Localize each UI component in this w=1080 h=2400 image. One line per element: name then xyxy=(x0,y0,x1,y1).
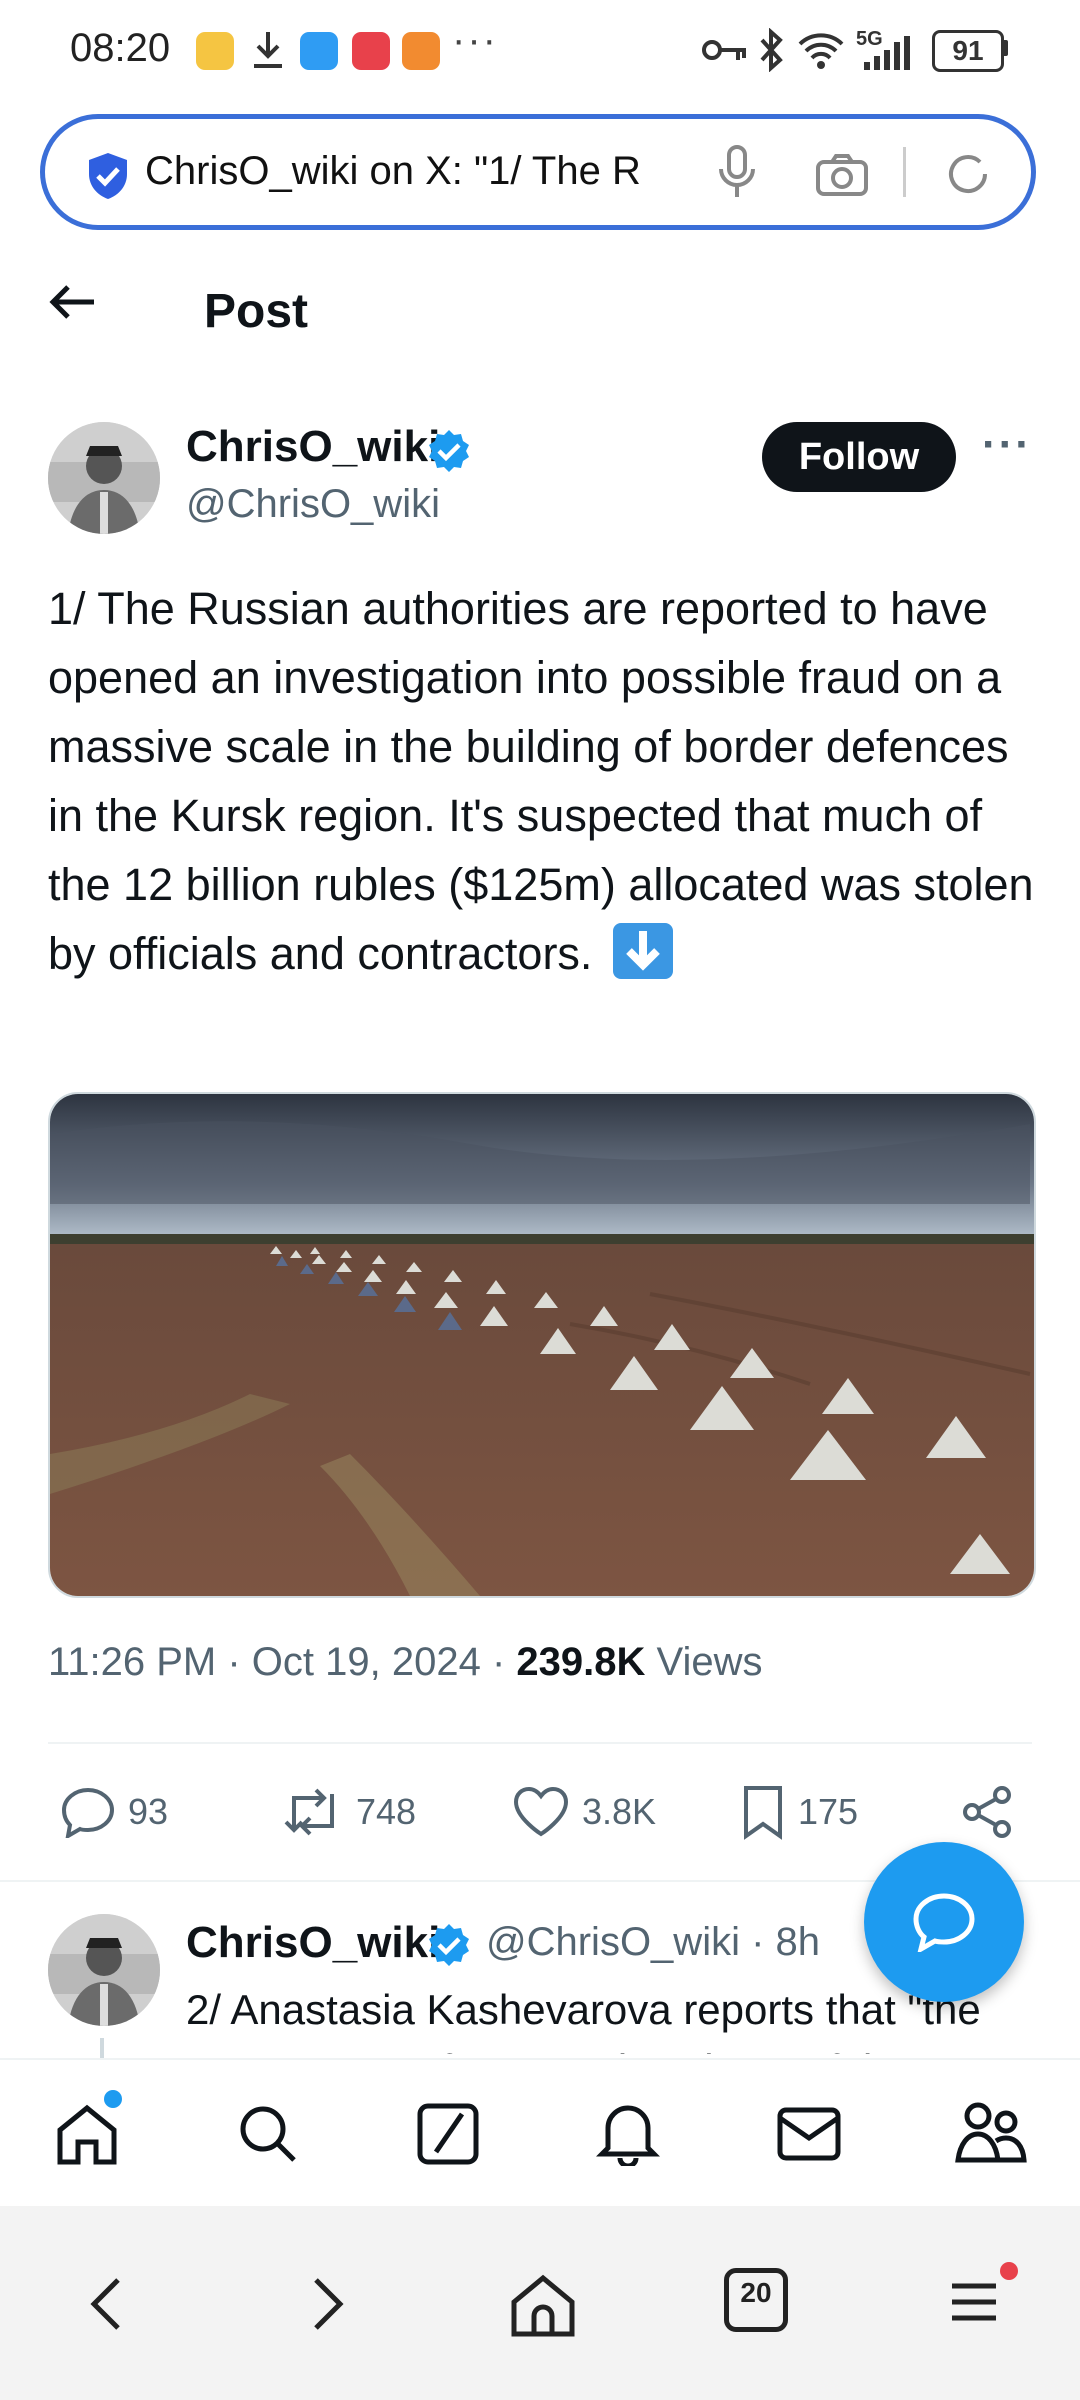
url-text[interactable]: ChrisO_wiki on X: "1/ The R xyxy=(145,149,715,194)
compose-reply-button[interactable] xyxy=(864,1842,1024,2002)
bottom-nav xyxy=(0,2058,1080,2208)
battery-icon: 91 xyxy=(932,30,1004,72)
thread-line xyxy=(100,2038,104,2058)
weibo-icon xyxy=(196,32,234,70)
status-time: 08:20 xyxy=(70,26,171,70)
like-count: 3.8K xyxy=(582,1791,657,1832)
post-text-content: 1/ The Russian authorities are reported … xyxy=(48,583,1034,979)
video-app-icon xyxy=(402,32,440,70)
bluetooth-icon xyxy=(758,27,786,77)
heart-icon xyxy=(513,1786,569,1837)
page-title: Post xyxy=(204,285,309,338)
chat-bubble-icon xyxy=(913,1893,975,1952)
back-button[interactable] xyxy=(48,282,98,327)
url-bar[interactable]: ChrisO_wiki on X: "1/ The R xyxy=(40,114,1036,230)
url-divider xyxy=(903,147,906,197)
search-icon[interactable] xyxy=(236,2102,300,2171)
key-icon xyxy=(702,34,748,71)
post-image[interactable] xyxy=(48,1092,1036,1598)
more-notifications-icon: ··· xyxy=(452,18,498,62)
reply-author-name[interactable]: ChrisO_wiki xyxy=(186,1918,440,1968)
repost-count: 748 xyxy=(356,1791,417,1832)
battery-tip xyxy=(1002,40,1008,56)
post-timestamp[interactable]: 11:26 PM · Oct 19, 2024 · xyxy=(48,1640,516,1684)
reply-count: 93 xyxy=(128,1791,169,1832)
views-count: 239.8K xyxy=(516,1640,646,1684)
browser-home-icon[interactable] xyxy=(508,2272,578,2343)
browser-nav-bar: 20 xyxy=(0,2206,1080,2400)
notifications-icon[interactable] xyxy=(595,2100,661,2171)
post-text: 1/ The Russian authorities are reported … xyxy=(48,574,1038,988)
grok-icon[interactable] xyxy=(416,2102,480,2171)
weather-app-icon xyxy=(300,32,338,70)
verified-badge-icon xyxy=(426,428,472,479)
author-handle[interactable]: @ChrisO_wiki xyxy=(186,482,440,527)
camera-icon[interactable] xyxy=(815,153,869,202)
tabs-button[interactable]: 20 xyxy=(724,2268,788,2332)
repost-icon xyxy=(284,1788,334,1836)
browser-forward-icon[interactable] xyxy=(308,2274,348,2339)
follow-button[interactable]: Follow xyxy=(762,422,956,492)
more-options-icon[interactable]: ··· xyxy=(982,420,1032,470)
bookmark-icon xyxy=(744,1786,782,1840)
author-name[interactable]: ChrisO_wiki xyxy=(186,422,440,472)
share-icon xyxy=(963,1786,1011,1838)
like-button[interactable]: 3.8K xyxy=(512,1782,656,1842)
browser-back-icon[interactable] xyxy=(86,2274,126,2339)
download-icon xyxy=(250,30,286,75)
views-label: Views xyxy=(656,1640,763,1684)
reply-author-handle[interactable]: @ChrisO_wiki · 8h xyxy=(486,1920,820,1965)
menu-notification-dot xyxy=(1000,2262,1018,2280)
divider xyxy=(48,1742,1032,1744)
verified-shield-icon xyxy=(85,151,131,206)
signal-icon xyxy=(862,36,910,77)
bookmark-count: 175 xyxy=(798,1791,859,1832)
down-arrow-emoji-icon xyxy=(612,923,673,979)
reply-button[interactable]: 93 xyxy=(60,1782,168,1842)
post-meta: 11:26 PM · Oct 19, 2024 · 239.8K Views xyxy=(48,1640,762,1685)
verified-badge-icon xyxy=(426,1922,472,1973)
share-button[interactable] xyxy=(960,1782,1026,1842)
home-icon[interactable] xyxy=(54,2102,120,2171)
app-icon xyxy=(352,32,390,70)
status-bar: 08:20 ··· 5G 91 xyxy=(0,0,1080,100)
avatar[interactable] xyxy=(48,422,160,534)
communities-icon[interactable] xyxy=(954,2100,1028,2171)
repost-button[interactable]: 748 xyxy=(282,1782,416,1842)
microphone-icon[interactable] xyxy=(717,145,757,206)
wifi-icon xyxy=(796,30,846,75)
reply-avatar[interactable] xyxy=(48,1914,160,2026)
reload-icon[interactable] xyxy=(945,151,991,202)
reply-icon xyxy=(61,1787,115,1838)
messages-icon[interactable] xyxy=(776,2106,842,2167)
menu-icon[interactable] xyxy=(948,2280,1000,2329)
home-notification-dot xyxy=(104,2090,122,2108)
bookmark-button[interactable]: 175 xyxy=(740,1782,858,1842)
